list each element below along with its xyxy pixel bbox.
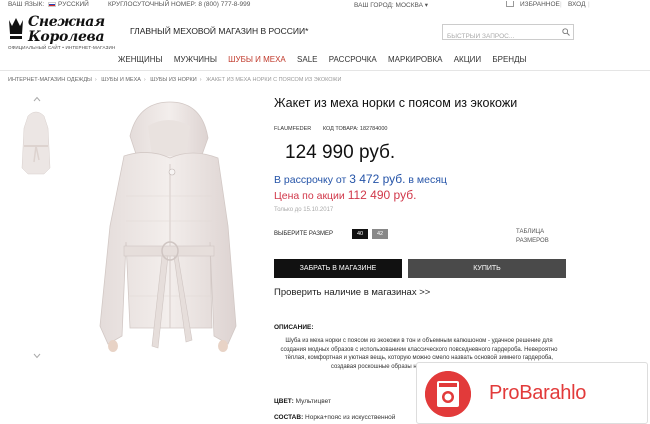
breadcrumb-current: ЖАКЕТ ИЗ МЕХА НОРКИ С ПОЯСОМ ИЗ ЭКОКОЖИ [206, 77, 342, 83]
product-title: Жакет из меха норки с поясом из экокожи [274, 96, 518, 110]
size-option-40[interactable]: 40 [352, 229, 368, 239]
nav-item-installment[interactable]: РАССРОЧКА [329, 55, 377, 64]
tagline: ГЛАВНЫЙ МЕХОВОЙ МАГАЗИН В РОССИИ* [130, 26, 309, 36]
login-link[interactable]: ВХОД [568, 1, 586, 8]
search-icon[interactable] [562, 28, 570, 36]
breadcrumb-item[interactable]: ШУБЫ И МЕХА [101, 77, 141, 83]
sale-deadline: Только до 15.10.2017 [274, 207, 334, 213]
probarahlo-watermark: ProBarahlo [416, 362, 648, 424]
nav-item-men[interactable]: МУЖЧИНЫ [174, 55, 217, 64]
reserve-in-store-button[interactable]: ЗАБРАТЬ В МАГАЗИНЕ [274, 259, 402, 278]
city-selector[interactable]: ВАШ ГОРОД: МОСКВА ▾ [354, 1, 428, 9]
cart-icon[interactable] [506, 1, 514, 7]
composition-info: СОСТАВ: Норка+пояс из искусственной [274, 414, 396, 421]
nav-item-women[interactable]: ЖЕНЩИНЫ [118, 55, 163, 64]
search-input[interactable] [443, 29, 559, 44]
nav-divider [0, 70, 650, 71]
breadcrumb: ИНТЕРНЕТ-МАГАЗИН ОДЕЖДЫ › ШУБЫ И МЕХА › ШУ… [8, 77, 342, 83]
size-table-link[interactable]: ТАБЛИЦА РАЗМЕРОВ [516, 228, 549, 246]
watermark-brand: ProBarahlo [489, 382, 587, 404]
nav-item-sale[interactable]: SALE [297, 55, 317, 64]
installment-amount: 3 472 руб. [349, 172, 406, 186]
chevron-down-icon[interactable] [33, 353, 41, 359]
sale-amount: 112 490 руб. [347, 188, 417, 202]
buy-button[interactable]: КУПИТЬ [408, 259, 566, 278]
top-bar: ВАШ ЯЗЫК: РУССКИЙ КРУГЛОСУТОЧНЫЙ НОМЕР: … [0, 0, 650, 9]
breadcrumb-item[interactable]: ШУБЫ ИЗ НОРКИ [150, 77, 196, 83]
main-nav: ЖЕНЩИНЫ МУЖЧИНЫ ШУБЫ И МЕХА SALE РАССРОЧ… [118, 55, 536, 67]
brand-name[interactable]: FLAUMFEDER [274, 126, 311, 132]
chevron-up-icon[interactable] [33, 96, 41, 102]
logo-subtitle: ОФИЦИАЛЬНЫЙ САЙТ • ИНТЕРНЕТ-МАГАЗИН [8, 45, 116, 50]
description-heading: ОПИСАНИЕ: [274, 324, 314, 331]
product-main-image[interactable] [78, 96, 258, 424]
wishlist-link[interactable]: ИЗБРАННОЕ [520, 1, 560, 8]
nav-item-furs[interactable]: ШУБЫ И МЕХА [228, 55, 286, 64]
product-price: 124 990 руб. [285, 142, 396, 163]
color-info: ЦВЕТ: Мультицвет [274, 398, 331, 405]
divider: | [588, 1, 590, 8]
language-selector[interactable]: РУССКИЙ [48, 1, 89, 8]
product-thumbnail[interactable] [14, 108, 58, 182]
russia-flag-icon [48, 1, 56, 7]
nav-item-marking[interactable]: МАРКИРОВКА [388, 55, 442, 64]
logo[interactable]: Снежная Королева ОФИЦИАЛЬНЫЙ САЙТ • ИНТЕ… [8, 14, 126, 52]
product-code: КОД ТОВАРА: 182784000 [322, 126, 388, 132]
installment-offer[interactable]: В рассрочку от 3 472 руб. в месяц [274, 172, 447, 186]
sale-price: Цена по акции 112 490 руб. [274, 188, 417, 202]
check-availability-link[interactable]: Проверить наличие в магазинах >> [274, 287, 430, 298]
crown-logo-icon [9, 18, 23, 39]
logo-text-line2: Королева [28, 29, 105, 45]
phone-number: КРУГЛОСУТОЧНЫЙ НОМЕР: 8 (800) 777-8-999 [108, 1, 251, 8]
logo-text-line1: Снежная [28, 14, 105, 30]
divider: | [560, 1, 562, 8]
language-label: ВАШ ЯЗЫК: [8, 1, 45, 8]
search-box[interactable] [442, 24, 574, 44]
nav-item-promos[interactable]: АКЦИИ [454, 55, 481, 64]
product-meta: FLAUMFEDER КОД ТОВАРА: 182784000 [274, 126, 397, 132]
nav-item-brands[interactable]: БРЕНДЫ [492, 55, 526, 64]
size-option-42[interactable]: 42 [372, 229, 388, 239]
washing-machine-icon [425, 371, 471, 417]
breadcrumb-item[interactable]: ИНТЕРНЕТ-МАГАЗИН ОДЕЖДЫ [8, 77, 92, 83]
size-label: ВЫБЕРИТЕ РАЗМЕР [274, 231, 334, 237]
